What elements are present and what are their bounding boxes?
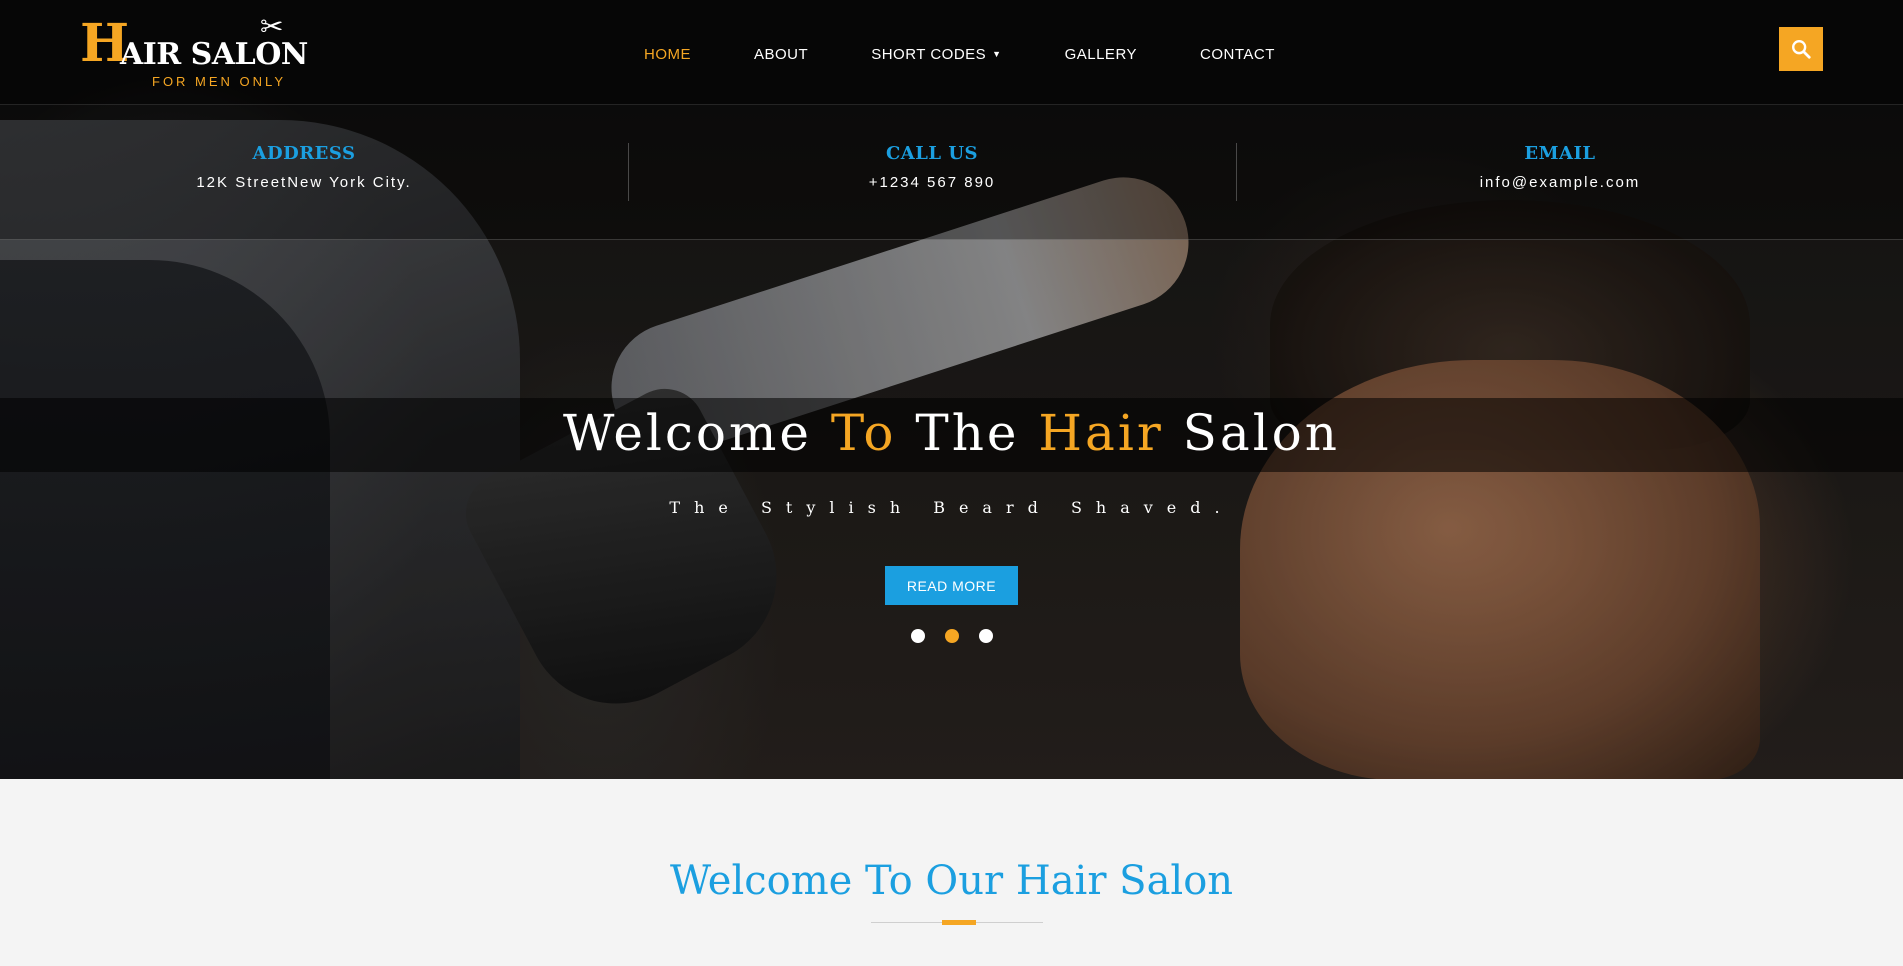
title-underline-accent	[942, 920, 976, 925]
divider	[628, 143, 629, 201]
call-title: CALL US	[885, 143, 979, 164]
nav-home[interactable]: HOME	[644, 42, 691, 67]
address-title: ADDRESS	[252, 143, 356, 164]
section-title: Welcome To Our Hair Salon	[669, 858, 1234, 904]
hero-title-part: The	[896, 404, 1039, 462]
slider-dot-3[interactable]	[979, 629, 993, 643]
logo-text: AIR SALON	[120, 37, 308, 72]
caret-down-icon: ▼	[992, 49, 1002, 59]
hero-slider: H AIR SALON ✂ FOR MEN ONLY HOME ABOUT SH…	[0, 0, 1903, 779]
slider-dots	[911, 629, 993, 643]
nav-gallery[interactable]: GALLERY	[1065, 42, 1137, 67]
email-title: EMAIL	[1524, 143, 1596, 164]
main-nav: HOME ABOUT SHORT CODES ▼ GALLERY CONTACT	[644, 42, 1275, 67]
hero-tagline: The Stylish Beard Shaved.	[669, 498, 1234, 517]
search-icon	[1792, 40, 1811, 59]
call-value[interactable]: +1234 567 890	[782, 174, 1082, 191]
header: H AIR SALON ✂ FOR MEN ONLY HOME ABOUT SH…	[0, 0, 1903, 105]
address-block: ADDRESS 12K StreetNew York City.	[154, 143, 454, 191]
email-block: EMAIL info@example.com	[1410, 143, 1710, 191]
hero-title-highlight: Hair	[1038, 404, 1164, 462]
search-button[interactable]	[1779, 27, 1823, 71]
logo-tagline: FOR MEN ONLY	[152, 74, 286, 89]
logo[interactable]: H AIR SALON ✂ FOR MEN ONLY	[80, 10, 310, 90]
contact-info-bar: ADDRESS 12K StreetNew York City. CALL US…	[0, 105, 1903, 240]
nav-short-codes-label: SHORT CODES	[871, 46, 987, 63]
call-block: CALL US +1234 567 890	[782, 143, 1082, 191]
nav-about[interactable]: ABOUT	[754, 42, 808, 67]
address-value: 12K StreetNew York City.	[196, 174, 412, 191]
hero-title: Welcome To The Hair Salon	[0, 404, 1903, 462]
nav-contact[interactable]: CONTACT	[1200, 42, 1275, 67]
hero-title-part: Salon	[1163, 404, 1340, 462]
slider-dot-2[interactable]	[945, 629, 959, 643]
divider	[1236, 143, 1237, 201]
scissors-icon: ✂	[260, 11, 284, 42]
hero-title-highlight: To	[830, 404, 897, 462]
nav-short-codes[interactable]: SHORT CODES ▼	[871, 42, 1001, 67]
slider-dot-1[interactable]	[911, 629, 925, 643]
email-value[interactable]: info@example.com	[1410, 174, 1710, 191]
read-more-button[interactable]: READ MORE	[885, 566, 1018, 605]
hero-title-part: Welcome	[563, 404, 831, 462]
